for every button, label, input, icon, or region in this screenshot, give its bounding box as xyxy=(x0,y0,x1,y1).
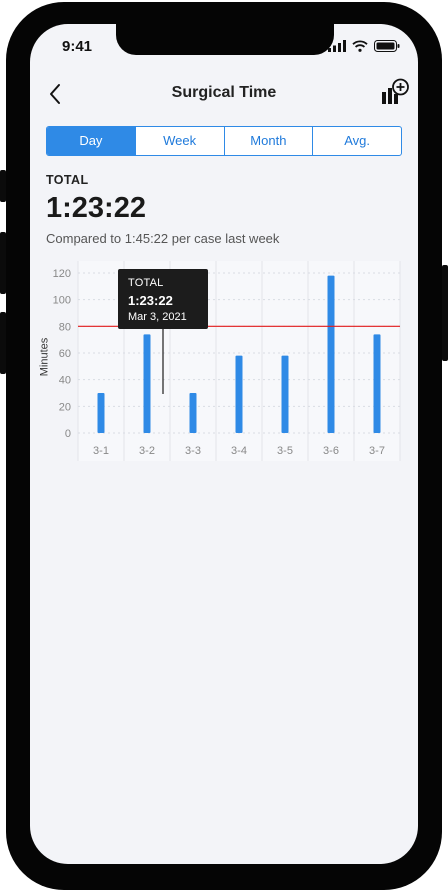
x-tick-label: 3-1 xyxy=(93,445,109,457)
tooltip-date: Mar 3, 2021 xyxy=(128,311,187,323)
tab-month[interactable]: Month xyxy=(223,127,313,155)
y-tick-label: 100 xyxy=(53,295,71,307)
status-time: 9:41 xyxy=(62,38,93,55)
bar[interactable] xyxy=(189,393,197,433)
bar[interactable] xyxy=(143,334,151,433)
bar[interactable] xyxy=(235,355,243,433)
tab-week[interactable]: Week xyxy=(134,127,224,155)
comparison-text: Compared to 1:45:22 per case last week xyxy=(46,231,280,246)
bar-chart[interactable]: 0 20 40 60 80 100 120 3-1 3-2 3-3 3-4 3-5 3-6 3-7 xyxy=(38,259,410,464)
x-tick-label: 3-6 xyxy=(323,445,339,457)
y-tick-label: 40 xyxy=(59,375,71,387)
silent-switch xyxy=(0,170,6,202)
navigation-bar: Surgical Time xyxy=(30,78,418,108)
y-tick-label: 20 xyxy=(59,401,71,413)
power-button xyxy=(442,265,448,361)
bar[interactable] xyxy=(281,355,289,433)
chart-tooltip: TOTAL 1:23:22 Mar 3, 2021 xyxy=(118,269,208,329)
page-title: Surgical Time xyxy=(171,84,277,101)
bar[interactable] xyxy=(327,275,335,433)
total-value: 1:23:22 xyxy=(46,192,146,224)
total-label: TOTAL xyxy=(46,173,89,187)
tab-avg[interactable]: Avg. xyxy=(312,127,401,155)
x-tick-label: 3-4 xyxy=(231,445,247,457)
battery-icon xyxy=(374,40,400,52)
x-tick-label: 3-3 xyxy=(185,445,201,457)
add-chart-icon xyxy=(382,78,409,104)
tooltip-title: TOTAL xyxy=(128,277,164,289)
y-tick-label: 0 xyxy=(65,428,71,440)
volume-up-button xyxy=(0,232,6,294)
y-tick-label: 120 xyxy=(53,268,71,280)
bar[interactable] xyxy=(373,334,381,433)
status-icons xyxy=(328,40,400,52)
chart-area: Minutes 0 20 40 60 80 100 120 3-1 3-2 3-3 3-4 3-5 3-… xyxy=(38,259,410,464)
add-chart-button[interactable] xyxy=(380,78,410,108)
tab-day[interactable]: Day xyxy=(47,127,135,155)
x-tick-label: 3-2 xyxy=(139,445,155,457)
wifi-icon xyxy=(352,40,368,52)
tooltip-value: 1:23:22 xyxy=(128,293,173,308)
period-tabs: Day Week Month Avg. xyxy=(46,126,402,156)
screen: 9:41 Surgical Time Day Week Month Avg. T… xyxy=(30,24,418,864)
y-axis-label: Minutes xyxy=(38,337,51,377)
y-tick-label: 60 xyxy=(59,348,71,360)
y-tick-label: 80 xyxy=(59,321,71,333)
x-tick-label: 3-7 xyxy=(369,445,385,457)
notch xyxy=(116,24,334,55)
volume-down-button xyxy=(0,312,6,374)
bar[interactable] xyxy=(97,393,105,433)
x-tick-label: 3-5 xyxy=(277,445,293,457)
signal-icon xyxy=(328,40,346,52)
